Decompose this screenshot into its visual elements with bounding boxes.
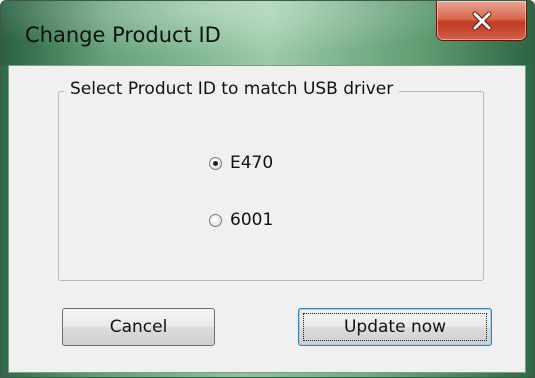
groupbox-legend: Select Product ID to match USB driver xyxy=(64,79,400,99)
radio-option-6001[interactable]: 6001 xyxy=(209,210,273,230)
update-now-button[interactable]: Update now xyxy=(298,308,492,346)
title-bar[interactable]: Change Product ID xyxy=(1,1,534,65)
radio-option-e470[interactable]: E470 xyxy=(209,153,273,173)
close-button[interactable] xyxy=(436,1,527,41)
radio-button-e470[interactable] xyxy=(209,156,222,170)
update-now-button-label: Update now xyxy=(343,317,447,337)
radio-label-6001: 6001 xyxy=(230,210,274,230)
product-id-groupbox xyxy=(58,91,484,281)
cancel-button[interactable]: Cancel xyxy=(62,308,215,346)
radio-label-e470: E470 xyxy=(230,153,274,173)
cancel-button-label: Cancel xyxy=(109,317,168,337)
window-title: Change Product ID xyxy=(25,23,221,47)
radio-button-6001[interactable] xyxy=(209,213,222,227)
dialog-window: Change Product ID Select Product ID to m… xyxy=(0,0,535,378)
